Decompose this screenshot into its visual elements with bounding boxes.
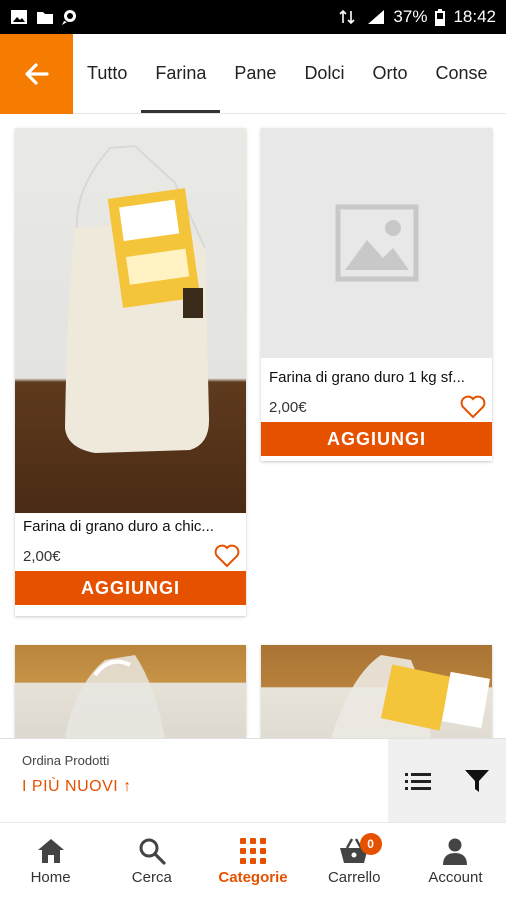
- nav-label: Home: [30, 869, 71, 886]
- status-left-icons: [10, 9, 80, 25]
- nav-home[interactable]: Home: [0, 823, 101, 900]
- nav-label: Carrello: [327, 869, 381, 886]
- status-right: 37% 18:42: [339, 7, 496, 27]
- list-view-icon[interactable]: [404, 771, 431, 791]
- cart-count-badge: 0: [359, 833, 382, 855]
- battery-icon: [435, 8, 446, 26]
- product-price-row: 2,00€: [15, 541, 246, 571]
- product-price: 2,00€: [23, 547, 61, 565]
- view-filter-actions: [388, 739, 506, 822]
- nav-label: Categorie: [218, 869, 288, 886]
- home-icon: [37, 839, 64, 863]
- product-card[interactable]: Farina di grano duro a chic... 2,00€ AGG…: [15, 128, 246, 616]
- tab-tutto[interactable]: Tutto: [73, 34, 141, 113]
- heart-outline-icon[interactable]: [460, 395, 486, 419]
- search-icon: [139, 838, 166, 865]
- sort-value[interactable]: I PIÙ NUOVI ↑: [22, 778, 366, 796]
- product-image[interactable]: [15, 645, 246, 738]
- tab-dolci[interactable]: Dolci: [290, 34, 358, 113]
- category-header: Tutto Farina Pane Dolci Orto Conse: [0, 34, 506, 114]
- product-image[interactable]: [15, 128, 246, 513]
- bottom-navigation: Home Cerca Categorie 0 Carrello Account: [0, 822, 506, 900]
- clock: 18:42: [453, 7, 496, 26]
- sort-label: Ordina Prodotti: [22, 753, 110, 768]
- add-to-cart-button[interactable]: AGGIUNGI: [15, 571, 246, 605]
- flour-bag-photo: [65, 655, 165, 738]
- folder-icon: [37, 12, 53, 24]
- sort-selector[interactable]: Ordina Prodotti I PIÙ NUOVI ↑: [0, 739, 388, 822]
- flour-bag-photo: [331, 655, 491, 738]
- category-tabs: Tutto Farina Pane Dolci Orto Conse: [73, 34, 506, 113]
- nav-search[interactable]: Cerca: [101, 823, 202, 900]
- heart-outline-icon[interactable]: [214, 544, 240, 568]
- product-card[interactable]: [261, 645, 492, 738]
- tab-conserve[interactable]: Conse: [421, 34, 501, 113]
- battery-percent: 37%: [393, 7, 428, 26]
- person-icon: [443, 838, 468, 865]
- grid-dots-icon: [240, 838, 266, 864]
- flour-bag-photo: [65, 144, 210, 453]
- nav-label: Cerca: [131, 869, 172, 886]
- image-icon: [11, 10, 27, 24]
- tab-orto[interactable]: Orto: [358, 34, 421, 113]
- tab-farina[interactable]: Farina: [141, 34, 221, 113]
- nav-categories[interactable]: Categorie: [202, 823, 303, 900]
- arrow-left-icon: [24, 63, 49, 85]
- product-name[interactable]: Farina di grano duro 1 kg sf...: [261, 364, 492, 392]
- chat-search-icon: [62, 10, 76, 25]
- back-button[interactable]: [0, 34, 73, 114]
- tab-pane[interactable]: Pane: [220, 34, 290, 113]
- signal-icon: [368, 10, 385, 24]
- status-bar: 37% 18:42: [0, 0, 506, 34]
- nav-cart[interactable]: 0 Carrello: [304, 823, 405, 900]
- image-placeholder-icon: [335, 204, 418, 282]
- nav-account[interactable]: Account: [405, 823, 506, 900]
- product-price-row: 2,00€: [261, 392, 492, 422]
- data-arrows-icon: [339, 9, 355, 25]
- add-to-cart-button[interactable]: AGGIUNGI: [261, 422, 492, 456]
- product-card[interactable]: [15, 645, 246, 738]
- nav-label: Account: [428, 869, 483, 886]
- product-name[interactable]: Farina di grano duro a chic...: [15, 513, 246, 541]
- product-card[interactable]: Farina di grano duro 1 kg sf... 2,00€ AG…: [261, 128, 492, 461]
- product-price: 2,00€: [269, 398, 307, 416]
- filter-icon[interactable]: [464, 769, 490, 793]
- product-image[interactable]: [261, 128, 492, 358]
- sort-bar: Ordina Prodotti I PIÙ NUOVI ↑: [0, 738, 506, 822]
- product-image[interactable]: [261, 645, 492, 738]
